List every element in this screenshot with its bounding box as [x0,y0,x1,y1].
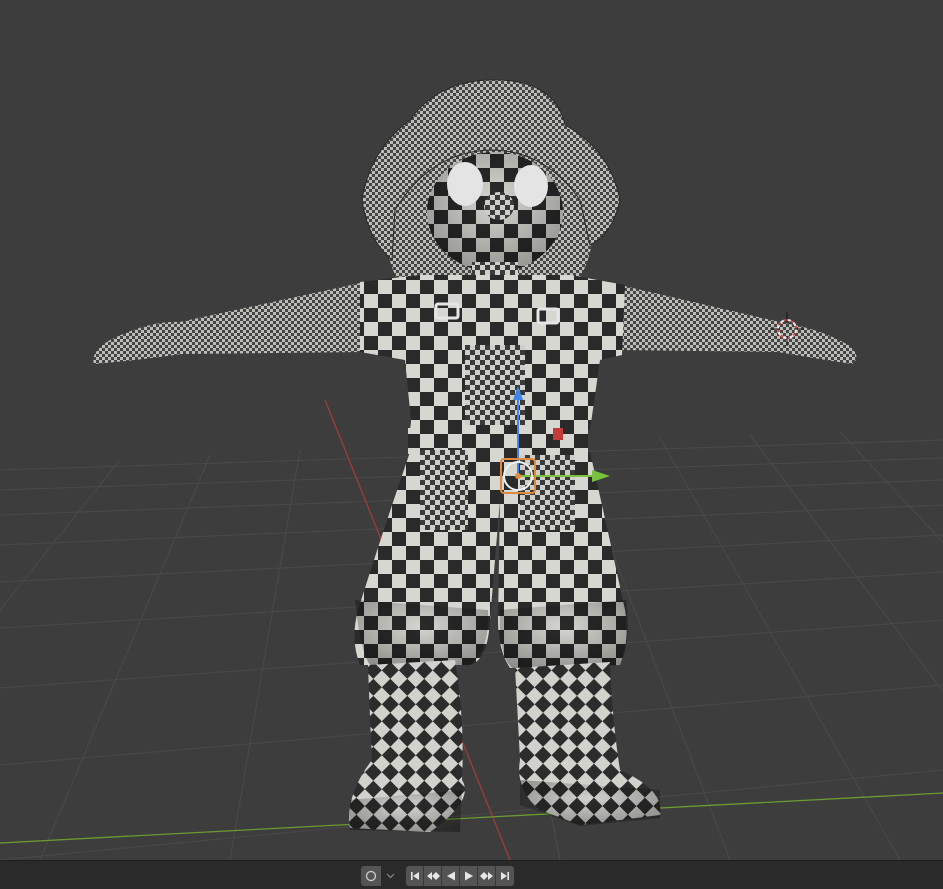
play-reverse-button[interactable] [442,866,460,886]
keying-group [361,866,399,886]
play-reverse-icon [446,871,455,881]
timeline-header [0,860,943,889]
playback-controls [406,866,514,886]
keying-button[interactable] [361,866,381,886]
character-mesh [93,79,857,832]
blender-window [0,0,943,889]
prev-keyframe-icon [426,872,440,880]
jump-to-start-button[interactable] [406,866,424,886]
jump-to-next-keyframe-button[interactable] [478,866,496,886]
3d-viewport[interactable] [0,0,943,860]
circle-icon [365,870,377,882]
jump-to-prev-keyframe-button[interactable] [424,866,442,886]
keying-dropdown[interactable] [381,866,399,886]
jump-end-icon [501,872,509,880]
next-keyframe-icon [479,872,493,880]
viewport-scene [0,79,943,860]
play-button[interactable] [460,866,478,886]
chevron-down-icon [386,873,394,879]
play-icon [464,871,473,881]
y-axis-line [0,792,943,844]
jump-to-end-button[interactable] [496,866,514,886]
jump-start-icon [410,872,419,880]
